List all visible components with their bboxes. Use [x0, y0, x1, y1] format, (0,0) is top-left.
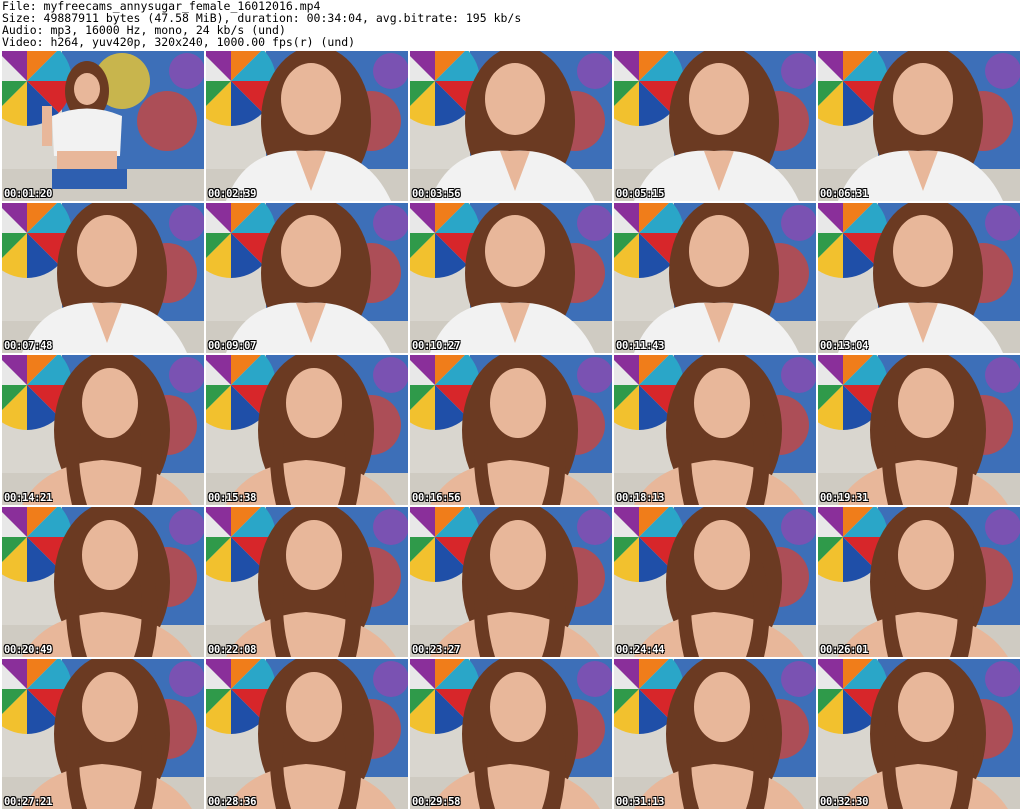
thumbnail-frame: 00:31:13: [614, 659, 816, 809]
thumbnail-frame: 00:18:13: [614, 355, 816, 505]
thumbnail-frame: 00:20:49: [2, 507, 204, 657]
video-frame-image: [2, 507, 204, 657]
video-frame-image: [818, 51, 1020, 201]
thumbnail-frame: 00:03:56: [410, 51, 612, 201]
thumbnail-frame: 00:15:38: [206, 355, 408, 505]
frame-timestamp: 00:20:49: [4, 644, 53, 656]
thumbnail-frame: 00:13:04: [818, 203, 1020, 353]
frame-timestamp: 00:13:04: [820, 340, 869, 352]
video-frame-image: [206, 355, 408, 505]
thumbnail-frame: 00:07:48: [2, 203, 204, 353]
thumbnail-frame: 00:19:31: [818, 355, 1020, 505]
thumbnail-frame: 00:28:36: [206, 659, 408, 809]
video-frame-image: [614, 507, 816, 657]
frame-timestamp: 00:27:21: [4, 796, 53, 808]
frame-timestamp: 00:32:30: [820, 796, 869, 808]
thumbnail-frame: 00:10:27: [410, 203, 612, 353]
frame-timestamp: 00:28:36: [208, 796, 257, 808]
frame-timestamp: 00:26:01: [820, 644, 869, 656]
thumbnail-frame: 00:02:39: [206, 51, 408, 201]
video-frame-image: [410, 203, 612, 353]
video-frame-image: [2, 659, 204, 809]
frame-timestamp: 00:16:56: [412, 492, 461, 504]
video-frame-image: [818, 355, 1020, 505]
video-frame-image: [206, 51, 408, 201]
frame-timestamp: 00:19:31: [820, 492, 869, 504]
thumbnail-frame: 00:09:07: [206, 203, 408, 353]
video-frame-image: [2, 203, 204, 353]
video-frame-image: [818, 203, 1020, 353]
frame-timestamp: 00:02:39: [208, 188, 257, 200]
video-frame-image: [614, 659, 816, 809]
thumbnail-frame: 00:06:31: [818, 51, 1020, 201]
video-frame-image: [614, 203, 816, 353]
frame-timestamp: 00:23:27: [412, 644, 461, 656]
thumbnail-frame: 00:27:21: [2, 659, 204, 809]
video-frame-image: [410, 507, 612, 657]
frame-timestamp: 00:10:27: [412, 340, 461, 352]
video-frame-image: [206, 507, 408, 657]
video-frame-image: [206, 659, 408, 809]
video-frame-image: [818, 659, 1020, 809]
frame-timestamp: 00:01:20: [4, 188, 53, 200]
frame-timestamp: 00:05:15: [616, 188, 665, 200]
file-info-header: File: myfreecams_annysugar_female_160120…: [2, 0, 1022, 50]
video-info-line: Video: h264, yuv420p, 320x240, 1000.00 f…: [2, 35, 356, 49]
frame-timestamp: 00:06:31: [820, 188, 869, 200]
frame-timestamp: 00:09:07: [208, 340, 257, 352]
video-frame-image: [206, 203, 408, 353]
video-frame-image: [2, 51, 204, 201]
video-frame-image: [410, 51, 612, 201]
video-frame-image: [2, 355, 204, 505]
frame-timestamp: 00:29:58: [412, 796, 461, 808]
thumbnail-frame: 00:24:44: [614, 507, 816, 657]
frame-timestamp: 00:14:21: [4, 492, 53, 504]
thumbnail-frame: 00:16:56: [410, 355, 612, 505]
thumbnail-frame: 00:11:43: [614, 203, 816, 353]
frame-timestamp: 00:22:08: [208, 644, 257, 656]
video-frame-image: [818, 507, 1020, 657]
frame-timestamp: 00:18:13: [616, 492, 665, 504]
frame-timestamp: 00:24:44: [616, 644, 665, 656]
thumbnail-frame: 00:01:20: [2, 51, 204, 201]
video-frame-image: [614, 51, 816, 201]
frame-timestamp: 00:31:13: [616, 796, 665, 808]
frame-timestamp: 00:15:38: [208, 492, 257, 504]
thumbnail-frame: 00:14:21: [2, 355, 204, 505]
thumbnail-frame: 00:29:58: [410, 659, 612, 809]
thumbnail-grid: 00:01:20 00:02:39 00:03:56 00:05:15 00:06:31…: [2, 51, 1020, 809]
thumbnail-frame: 00:23:27: [410, 507, 612, 657]
thumbnail-frame: 00:26:01: [818, 507, 1020, 657]
frame-timestamp: 00:11:43: [616, 340, 665, 352]
frame-timestamp: 00:03:56: [412, 188, 461, 200]
thumbnail-frame: 00:05:15: [614, 51, 816, 201]
video-frame-image: [410, 659, 612, 809]
video-frame-image: [614, 355, 816, 505]
video-frame-image: [410, 355, 612, 505]
frame-timestamp: 00:07:48: [4, 340, 53, 352]
thumbnail-frame: 00:22:08: [206, 507, 408, 657]
thumbnail-frame: 00:32:30: [818, 659, 1020, 809]
